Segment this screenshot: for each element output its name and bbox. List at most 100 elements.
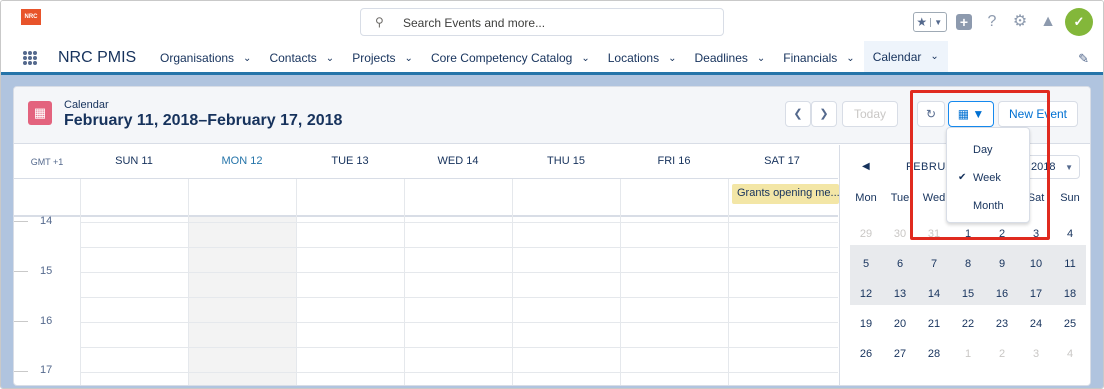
mini-calendar-day[interactable]: 21 xyxy=(919,312,949,336)
mini-calendar-day[interactable]: 9 xyxy=(987,251,1017,277)
nav-tab-projects[interactable]: Projects ⌄ xyxy=(343,41,422,75)
day-number: 23 xyxy=(995,318,1009,330)
day-header-fri[interactable]: FRI 16 xyxy=(620,155,728,167)
nav-tab-core-competency-catalog[interactable]: Core Competency Catalog ⌄ xyxy=(422,41,599,75)
mini-calendar-day[interactable]: 6 xyxy=(885,251,915,277)
day-header-wed[interactable]: WED 14 xyxy=(404,155,512,167)
mini-calendar-day[interactable]: 25 xyxy=(1055,312,1085,336)
mini-calendar-day[interactable]: 18 xyxy=(1055,281,1085,307)
mini-calendar-day[interactable]: 10 xyxy=(1021,251,1051,277)
grid-column-line xyxy=(296,179,297,385)
nav-tab-financials[interactable]: Financials ⌄ xyxy=(774,41,863,75)
chevron-down-icon[interactable]: ⌄ xyxy=(930,51,938,62)
mini-calendar-day[interactable]: 12 xyxy=(851,282,881,306)
global-actions-plus-icon[interactable]: + xyxy=(956,14,972,30)
mini-calendar-day[interactable]: 19 xyxy=(851,312,881,336)
day-number: 24 xyxy=(1029,318,1043,330)
mini-calendar-day[interactable]: 22 xyxy=(953,312,983,336)
grid-column-line xyxy=(188,179,189,385)
mini-calendar-day[interactable]: 15 xyxy=(953,282,983,306)
mini-calendar-day[interactable]: 29 xyxy=(851,222,881,246)
app-launcher-icon[interactable] xyxy=(23,51,39,67)
day-header-tue[interactable]: TUE 13 xyxy=(296,155,404,167)
logo-mark: NRC xyxy=(21,9,41,25)
chevron-down-icon: ▼ xyxy=(1065,163,1073,172)
mini-calendar-day[interactable]: 4 xyxy=(1055,342,1085,366)
day-number: 1 xyxy=(964,348,972,360)
chevron-down-icon[interactable]: ⌄ xyxy=(757,53,765,64)
day-number: 27 xyxy=(893,348,907,360)
grid-column-line xyxy=(512,179,513,385)
nav-tab-calendar[interactable]: Calendar ⌄ xyxy=(863,41,948,75)
mini-calendar-day[interactable]: 20 xyxy=(885,312,915,336)
day-number: 2 xyxy=(998,348,1006,360)
chevron-down-icon[interactable]: ⌄ xyxy=(668,53,676,64)
today-column-highlight xyxy=(188,217,296,385)
chevron-down-icon[interactable]: ⌄ xyxy=(243,53,251,64)
previous-month-icon[interactable]: ◀ xyxy=(862,161,870,172)
app-name: NRC PMIS xyxy=(58,49,137,66)
mini-calendar-day[interactable]: 3 xyxy=(1021,342,1051,366)
chevron-down-icon[interactable]: ⌄ xyxy=(581,53,589,64)
favorites-button[interactable]: ★ ▼ xyxy=(913,12,947,32)
nav-tab-contacts[interactable]: Contacts ⌄ xyxy=(260,41,343,75)
hour-label: 15 xyxy=(40,265,53,277)
day-number: 26 xyxy=(859,348,873,360)
calendar-event[interactable]: Grants opening me... xyxy=(732,184,839,204)
mini-calendar-day[interactable]: 14 xyxy=(919,282,949,306)
hour-label: 14 xyxy=(40,215,53,227)
day-number: 31 xyxy=(927,228,941,240)
mini-calendar-day[interactable]: 5 xyxy=(851,251,881,277)
nav-tab-locations[interactable]: Locations ⌄ xyxy=(599,41,686,75)
mini-calendar-day[interactable]: 2 xyxy=(987,342,1017,366)
mini-calendar-day[interactable]: 23 xyxy=(987,312,1017,336)
mini-calendar-day[interactable]: 8 xyxy=(953,251,983,277)
mini-calendar-day[interactable]: 1 xyxy=(953,342,983,366)
nav-tab-label: Projects xyxy=(352,51,396,65)
mini-calendar-day[interactable]: 11 xyxy=(1055,251,1085,277)
hour-row-line xyxy=(80,322,838,323)
nav-tab-deadlines[interactable]: Deadlines ⌄ xyxy=(686,41,775,75)
next-week-button[interactable]: ❯ xyxy=(811,101,837,127)
day-number: 10 xyxy=(1029,258,1043,270)
day-number: 6 xyxy=(896,258,904,270)
notifications-bell-icon[interactable]: ▲ xyxy=(1037,11,1059,33)
day-header-sat[interactable]: SAT 17 xyxy=(728,155,836,167)
calendar-icon: ▦ xyxy=(28,101,52,125)
global-search-input[interactable]: ⚲ Search Events and more... xyxy=(360,8,724,36)
day-header-thu[interactable]: THU 15 xyxy=(512,155,620,167)
chevron-down-icon[interactable]: ⌄ xyxy=(326,53,334,64)
day-header-mon[interactable]: MON 12 xyxy=(188,155,296,167)
previous-week-button[interactable]: ❮ xyxy=(785,101,811,127)
mini-calendar-day[interactable]: 13 xyxy=(885,282,915,306)
weekday-label: Sun xyxy=(1060,192,1080,204)
header-actions: ★ ▼ + ? ⚙ ▲ ✓ xyxy=(913,7,1093,37)
annotation-highlight-box xyxy=(910,90,1050,240)
chevron-down-icon[interactable]: ⌄ xyxy=(846,53,854,64)
star-icon[interactable]: ★ xyxy=(914,15,930,29)
day-number: 28 xyxy=(927,348,941,360)
mini-calendar-day[interactable]: 4 xyxy=(1055,222,1085,246)
chevron-down-icon[interactable]: ⌄ xyxy=(405,53,413,64)
user-avatar[interactable]: ✓ xyxy=(1065,8,1093,36)
grid-column-line xyxy=(404,179,405,385)
grid-column-line xyxy=(80,179,81,385)
mini-calendar-day[interactable]: 24 xyxy=(1021,312,1051,336)
org-logo[interactable]: NRC xyxy=(21,9,51,33)
edit-nav-pencil-icon[interactable]: ✎ xyxy=(1078,51,1089,67)
mini-calendar-day[interactable]: 26 xyxy=(851,342,881,366)
mini-calendar-day[interactable]: 16 xyxy=(987,282,1017,306)
gear-icon[interactable]: ⚙ xyxy=(1009,11,1031,33)
mini-calendar-day[interactable]: 17 xyxy=(1021,282,1051,306)
search-icon: ⚲ xyxy=(375,15,384,29)
nav-tab-organisations[interactable]: Organisations ⌄ xyxy=(151,41,260,75)
all-day-row[interactable] xyxy=(14,179,838,217)
day-header-sun[interactable]: SUN 11 xyxy=(80,155,188,167)
day-number: 3 xyxy=(1032,348,1040,360)
help-icon[interactable]: ? xyxy=(981,11,1003,33)
mini-calendar-day[interactable]: 27 xyxy=(885,342,915,366)
today-button[interactable]: Today xyxy=(842,101,898,127)
mini-calendar-day[interactable]: 28 xyxy=(919,342,949,366)
mini-calendar-day[interactable]: 7 xyxy=(919,251,949,277)
chevron-down-icon[interactable]: ▼ xyxy=(929,17,947,27)
